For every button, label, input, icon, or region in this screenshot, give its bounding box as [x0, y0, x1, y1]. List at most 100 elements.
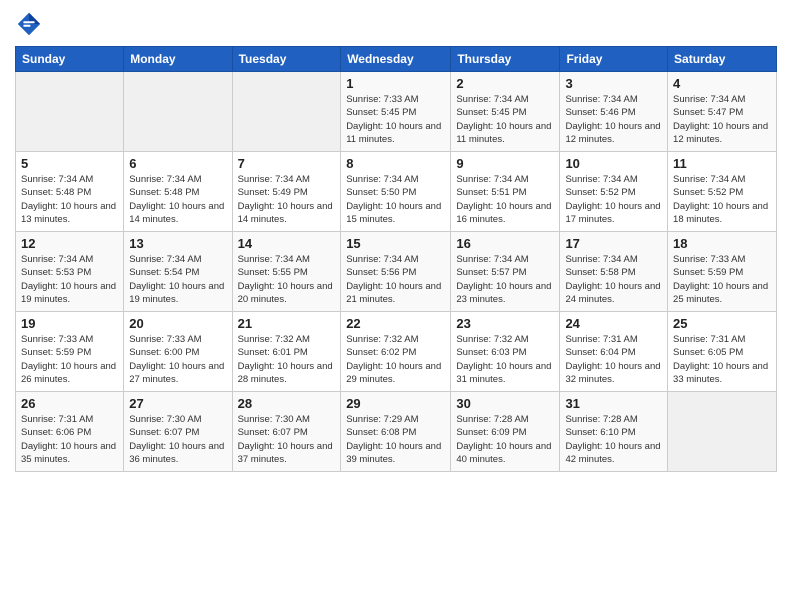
day-info: Sunrise: 7:32 AM Sunset: 6:03 PM Dayligh…: [456, 333, 554, 386]
calendar-cell: 11 Sunrise: 7:34 AM Sunset: 5:52 PM Dayl…: [668, 152, 777, 232]
day-info: Sunrise: 7:34 AM Sunset: 5:53 PM Dayligh…: [21, 253, 118, 306]
sunset-text: Sunset: 6:05 PM: [673, 347, 743, 358]
calendar-cell: 24 Sunrise: 7:31 AM Sunset: 6:04 PM Dayl…: [560, 312, 668, 392]
day-number: 22: [346, 316, 445, 331]
sunset-text: Sunset: 5:59 PM: [21, 347, 91, 358]
logo: [15, 10, 47, 38]
sunset-text: Sunset: 6:06 PM: [21, 427, 91, 438]
day-number: 5: [21, 156, 118, 171]
calendar-week-3: 12 Sunrise: 7:34 AM Sunset: 5:53 PM Dayl…: [16, 232, 777, 312]
sunrise-text: Sunrise: 7:34 AM: [456, 94, 528, 105]
day-info: Sunrise: 7:32 AM Sunset: 6:01 PM Dayligh…: [238, 333, 336, 386]
sunset-text: Sunset: 6:09 PM: [456, 427, 526, 438]
sunset-text: Sunset: 5:48 PM: [129, 187, 199, 198]
calendar-cell: 22 Sunrise: 7:32 AM Sunset: 6:02 PM Dayl…: [341, 312, 451, 392]
day-info: Sunrise: 7:31 AM Sunset: 6:05 PM Dayligh…: [673, 333, 771, 386]
day-number: 26: [21, 396, 118, 411]
daylight-text: Daylight: 10 hours and 39 minutes.: [346, 441, 441, 465]
day-info: Sunrise: 7:34 AM Sunset: 5:54 PM Dayligh…: [129, 253, 226, 306]
sunset-text: Sunset: 5:56 PM: [346, 267, 416, 278]
day-number: 25: [673, 316, 771, 331]
sunset-text: Sunset: 5:47 PM: [673, 107, 743, 118]
day-info: Sunrise: 7:34 AM Sunset: 5:55 PM Dayligh…: [238, 253, 336, 306]
daylight-text: Daylight: 10 hours and 36 minutes.: [129, 441, 224, 465]
day-number: 18: [673, 236, 771, 251]
daylight-text: Daylight: 10 hours and 11 minutes.: [346, 121, 441, 145]
daylight-text: Daylight: 10 hours and 28 minutes.: [238, 361, 333, 385]
weekday-header-friday: Friday: [560, 47, 668, 72]
day-info: Sunrise: 7:34 AM Sunset: 5:57 PM Dayligh…: [456, 253, 554, 306]
sunrise-text: Sunrise: 7:30 AM: [238, 414, 310, 425]
daylight-text: Daylight: 10 hours and 35 minutes.: [21, 441, 116, 465]
logo-icon: [15, 10, 43, 38]
sunrise-text: Sunrise: 7:32 AM: [346, 334, 418, 345]
sunrise-text: Sunrise: 7:34 AM: [565, 94, 637, 105]
sunset-text: Sunset: 6:07 PM: [129, 427, 199, 438]
daylight-text: Daylight: 10 hours and 31 minutes.: [456, 361, 551, 385]
sunset-text: Sunset: 5:46 PM: [565, 107, 635, 118]
sunset-text: Sunset: 5:48 PM: [21, 187, 91, 198]
calendar-cell: 27 Sunrise: 7:30 AM Sunset: 6:07 PM Dayl…: [124, 392, 232, 472]
calendar-cell: 18 Sunrise: 7:33 AM Sunset: 5:59 PM Dayl…: [668, 232, 777, 312]
sunset-text: Sunset: 5:53 PM: [21, 267, 91, 278]
daylight-text: Daylight: 10 hours and 26 minutes.: [21, 361, 116, 385]
sunrise-text: Sunrise: 7:34 AM: [21, 174, 93, 185]
weekday-header-wednesday: Wednesday: [341, 47, 451, 72]
daylight-text: Daylight: 10 hours and 19 minutes.: [21, 281, 116, 305]
day-number: 28: [238, 396, 336, 411]
calendar-cell: 7 Sunrise: 7:34 AM Sunset: 5:49 PM Dayli…: [232, 152, 341, 232]
calendar-cell: 16 Sunrise: 7:34 AM Sunset: 5:57 PM Dayl…: [451, 232, 560, 312]
daylight-text: Daylight: 10 hours and 19 minutes.: [129, 281, 224, 305]
calendar-week-4: 19 Sunrise: 7:33 AM Sunset: 5:59 PM Dayl…: [16, 312, 777, 392]
day-number: 1: [346, 76, 445, 91]
sunset-text: Sunset: 5:45 PM: [346, 107, 416, 118]
day-number: 4: [673, 76, 771, 91]
calendar-cell: [124, 72, 232, 152]
sunrise-text: Sunrise: 7:34 AM: [346, 254, 418, 265]
daylight-text: Daylight: 10 hours and 17 minutes.: [565, 201, 660, 225]
day-info: Sunrise: 7:31 AM Sunset: 6:06 PM Dayligh…: [21, 413, 118, 466]
day-number: 31: [565, 396, 662, 411]
weekday-header-row: SundayMondayTuesdayWednesdayThursdayFrid…: [16, 47, 777, 72]
daylight-text: Daylight: 10 hours and 12 minutes.: [673, 121, 768, 145]
day-number: 11: [673, 156, 771, 171]
day-info: Sunrise: 7:33 AM Sunset: 6:00 PM Dayligh…: [129, 333, 226, 386]
sunset-text: Sunset: 5:52 PM: [565, 187, 635, 198]
day-number: 19: [21, 316, 118, 331]
calendar-cell: 8 Sunrise: 7:34 AM Sunset: 5:50 PM Dayli…: [341, 152, 451, 232]
day-info: Sunrise: 7:34 AM Sunset: 5:46 PM Dayligh…: [565, 93, 662, 146]
day-info: Sunrise: 7:34 AM Sunset: 5:50 PM Dayligh…: [346, 173, 445, 226]
calendar-cell: 28 Sunrise: 7:30 AM Sunset: 6:07 PM Dayl…: [232, 392, 341, 472]
sunrise-text: Sunrise: 7:34 AM: [673, 94, 745, 105]
daylight-text: Daylight: 10 hours and 29 minutes.: [346, 361, 441, 385]
day-info: Sunrise: 7:34 AM Sunset: 5:51 PM Dayligh…: [456, 173, 554, 226]
day-number: 13: [129, 236, 226, 251]
calendar-cell: 12 Sunrise: 7:34 AM Sunset: 5:53 PM Dayl…: [16, 232, 124, 312]
sunset-text: Sunset: 6:03 PM: [456, 347, 526, 358]
sunrise-text: Sunrise: 7:34 AM: [129, 174, 201, 185]
sunset-text: Sunset: 5:58 PM: [565, 267, 635, 278]
day-info: Sunrise: 7:30 AM Sunset: 6:07 PM Dayligh…: [129, 413, 226, 466]
sunset-text: Sunset: 6:04 PM: [565, 347, 635, 358]
day-info: Sunrise: 7:33 AM Sunset: 5:59 PM Dayligh…: [673, 253, 771, 306]
day-info: Sunrise: 7:30 AM Sunset: 6:07 PM Dayligh…: [238, 413, 336, 466]
day-number: 2: [456, 76, 554, 91]
sunrise-text: Sunrise: 7:34 AM: [129, 254, 201, 265]
daylight-text: Daylight: 10 hours and 15 minutes.: [346, 201, 441, 225]
day-number: 16: [456, 236, 554, 251]
day-info: Sunrise: 7:33 AM Sunset: 5:45 PM Dayligh…: [346, 93, 445, 146]
day-info: Sunrise: 7:34 AM Sunset: 5:52 PM Dayligh…: [673, 173, 771, 226]
day-number: 29: [346, 396, 445, 411]
calendar-cell: 17 Sunrise: 7:34 AM Sunset: 5:58 PM Dayl…: [560, 232, 668, 312]
sunset-text: Sunset: 5:52 PM: [673, 187, 743, 198]
sunrise-text: Sunrise: 7:33 AM: [346, 94, 418, 105]
day-number: 14: [238, 236, 336, 251]
day-number: 12: [21, 236, 118, 251]
daylight-text: Daylight: 10 hours and 24 minutes.: [565, 281, 660, 305]
day-number: 8: [346, 156, 445, 171]
calendar-cell: 10 Sunrise: 7:34 AM Sunset: 5:52 PM Dayl…: [560, 152, 668, 232]
day-number: 24: [565, 316, 662, 331]
sunset-text: Sunset: 5:59 PM: [673, 267, 743, 278]
daylight-text: Daylight: 10 hours and 32 minutes.: [565, 361, 660, 385]
calendar-cell: [232, 72, 341, 152]
